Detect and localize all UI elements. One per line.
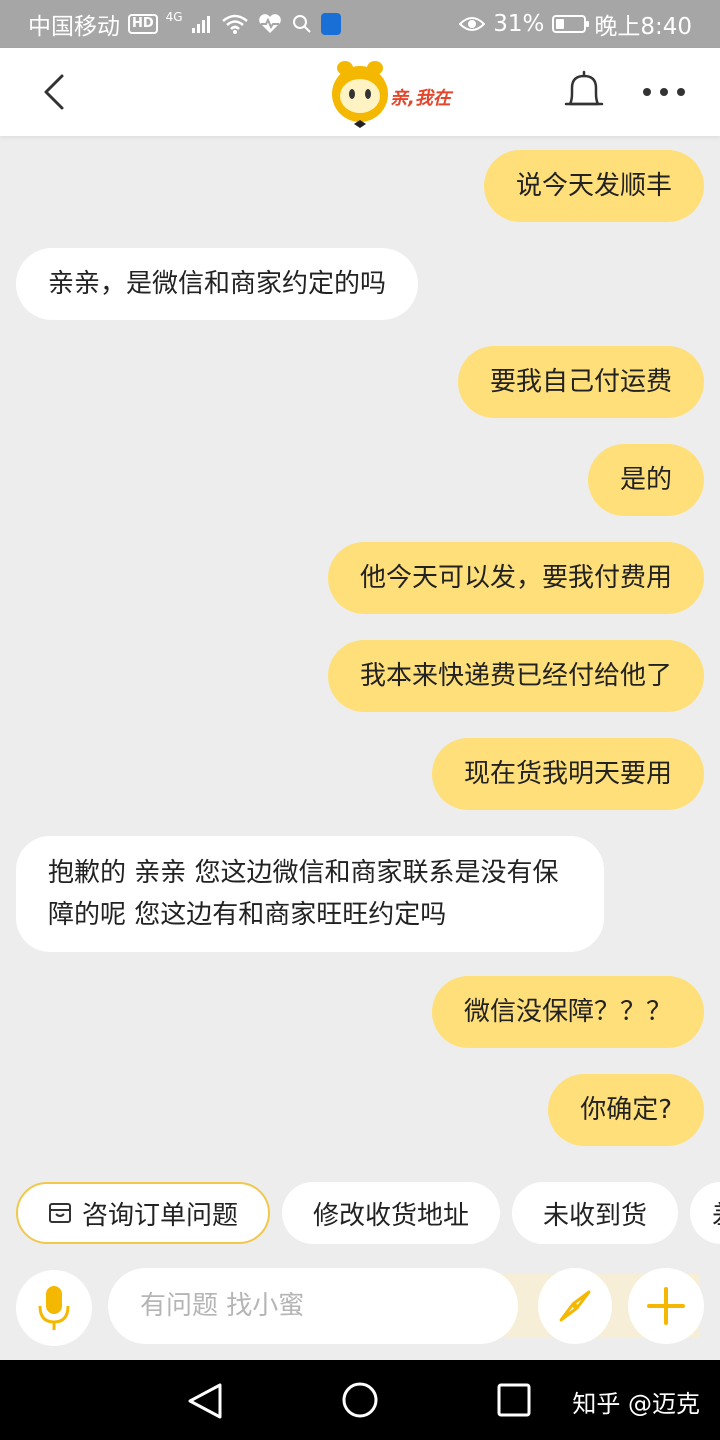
microphone-icon bbox=[38, 1286, 70, 1330]
message-bubble-agent: 亲亲，是微信和商家约定的吗 bbox=[16, 248, 419, 320]
wifi-icon bbox=[221, 14, 248, 34]
back-arrow-icon[interactable] bbox=[36, 72, 76, 112]
message-bubble-user: 说今天发顺丰 bbox=[483, 150, 704, 222]
more-options-icon[interactable] bbox=[642, 86, 686, 98]
message-bubble-user: 你确定? bbox=[548, 1074, 704, 1146]
quick-reply-not-received[interactable]: 未收到货 bbox=[512, 1182, 678, 1244]
discover-button[interactable] bbox=[538, 1268, 612, 1344]
logo-text: 亲,我在 bbox=[390, 88, 451, 109]
hd-badge: HD bbox=[128, 14, 158, 34]
chat-message-list[interactable]: 说今天发顺丰 亲亲，是微信和商家约定的吗 要我自己付运费 是的 他今天可以发，要… bbox=[0, 136, 720, 1172]
compass-icon bbox=[559, 1290, 591, 1322]
system-back-icon[interactable] bbox=[186, 1382, 226, 1420]
system-home-icon[interactable] bbox=[340, 1380, 380, 1420]
signal-icon bbox=[191, 16, 210, 33]
more-actions-button[interactable] bbox=[628, 1268, 704, 1344]
quick-reply-label: 差 bbox=[712, 1195, 720, 1232]
message-bubble-user: 是的 bbox=[587, 444, 704, 516]
watermark-text: 知乎 @迈克 bbox=[572, 1390, 700, 1418]
quick-reply-order-question[interactable]: 咨询订单问题 bbox=[16, 1182, 270, 1244]
quick-reply-bar: 咨询订单问题 修改收货地址 未收到货 差 bbox=[0, 1172, 720, 1254]
quick-reply-label: 咨询订单问题 bbox=[81, 1200, 238, 1231]
clock: 晚上8:40 bbox=[594, 14, 692, 40]
message-bubble-user: 我本来快递费已经付给他了 bbox=[327, 640, 704, 712]
message-bubble-user: 他今天可以发，要我付费用 bbox=[327, 542, 704, 614]
security-shield-icon bbox=[320, 13, 341, 35]
carrier-name: 中国移动 bbox=[28, 14, 120, 40]
status-bar: 中国移动 HD 4G 31% 晚上8:40 bbox=[0, 0, 720, 48]
order-box-icon bbox=[48, 1203, 71, 1223]
quick-reply-label: 未收到货 bbox=[542, 1200, 647, 1231]
top-nav-bar: 亲,我在 bbox=[0, 48, 720, 136]
system-navigation-bar: 知乎 @迈克 bbox=[0, 1360, 720, 1440]
notification-bell-icon[interactable] bbox=[562, 70, 606, 114]
message-bubble-agent: 抱歉的 亲亲 您这边微信和商家联系是没有保障的呢 您这边有和商家旺旺约定吗 bbox=[16, 836, 604, 952]
health-heart-icon bbox=[258, 14, 281, 34]
eye-comfort-icon bbox=[459, 17, 486, 31]
quick-reply-change-address[interactable]: 修改收货地址 bbox=[282, 1182, 500, 1244]
voice-input-button[interactable] bbox=[16, 1270, 92, 1346]
search-icon bbox=[292, 15, 311, 33]
plus-icon bbox=[647, 1287, 685, 1325]
battery-level bbox=[556, 19, 565, 29]
message-input[interactable] bbox=[108, 1268, 518, 1344]
network-type: 4G bbox=[165, 10, 183, 24]
input-bar bbox=[0, 1254, 720, 1360]
message-bubble-user: 现在货我明天要用 bbox=[431, 738, 704, 810]
system-recent-apps-icon[interactable] bbox=[496, 1382, 532, 1418]
message-bubble-user: 要我自己付运费 bbox=[457, 346, 704, 418]
battery-percent: 31% bbox=[493, 11, 545, 37]
quick-reply-partial[interactable]: 差 bbox=[690, 1182, 720, 1244]
message-bubble-user: 微信没保障？？？ bbox=[431, 976, 704, 1048]
quick-reply-label: 修改收货地址 bbox=[312, 1200, 469, 1231]
battery-icon bbox=[552, 15, 590, 33]
